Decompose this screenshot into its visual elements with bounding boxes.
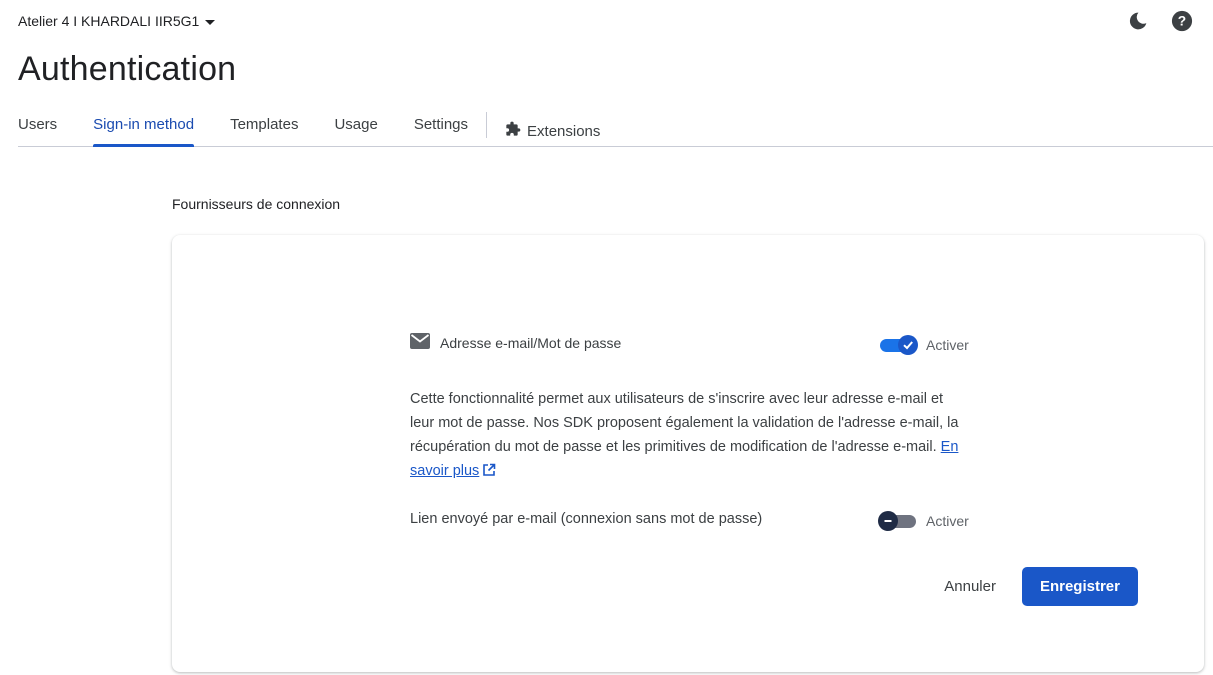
moon-icon[interactable]	[1125, 8, 1151, 34]
provider-label: Adresse e-mail/Mot de passe	[440, 334, 622, 351]
caret-down-icon	[205, 19, 216, 25]
save-button[interactable]: Enregistrer	[1021, 567, 1138, 606]
cancel-button[interactable]: Annuler	[940, 568, 1000, 605]
external-link-icon	[482, 461, 496, 485]
tab-usage[interactable]: Usage	[334, 106, 377, 146]
check-icon	[898, 335, 918, 355]
toggle-switch-on[interactable]	[878, 335, 918, 355]
provider-description: Cette fonctionnalité permet aux utilisat…	[410, 387, 970, 485]
email-link-toggle-label: Activer	[926, 513, 969, 529]
description-text: Cette fonctionnalité permet aux utilisat…	[410, 391, 959, 455]
help-icon[interactable]: ?	[1169, 8, 1195, 34]
tab-bar: Users Sign-in method Templates Usage Set…	[18, 106, 1213, 147]
provider-toggle-label: Activer	[926, 337, 969, 353]
top-icons: ?	[1125, 8, 1195, 34]
project-switcher[interactable]: Atelier 4 I KHARDALI IIR5G1	[18, 13, 216, 29]
email-link-enable-toggle[interactable]: Activer	[878, 511, 969, 531]
puzzle-icon	[505, 121, 521, 141]
provider-row: Adresse e-mail/Mot de passe	[410, 333, 621, 352]
mail-icon	[410, 333, 430, 352]
tab-sign-in-method[interactable]: Sign-in method	[93, 106, 194, 147]
email-link-label: Lien envoyé par e-mail (connexion sans m…	[410, 511, 763, 527]
minus-icon	[878, 511, 898, 531]
tab-divider	[486, 112, 488, 138]
tab-extensions[interactable]: Extensions	[505, 106, 600, 146]
toggle-switch-off[interactable]	[878, 511, 918, 531]
form-actions: Annuler Enregistrer	[940, 567, 1138, 606]
tab-extensions-label: Extensions	[527, 122, 601, 140]
provider-enable-toggle[interactable]: Activer	[878, 335, 969, 355]
provider-card: Adresse e-mail/Mot de passe Activer Cett…	[172, 235, 1204, 672]
tab-settings[interactable]: Settings	[414, 106, 468, 146]
section-title: Fournisseurs de connexion	[172, 196, 341, 212]
project-name: Atelier 4 I KHARDALI IIR5G1	[18, 13, 200, 29]
tab-templates[interactable]: Templates	[230, 106, 298, 146]
page: Atelier 4 I KHARDALI IIR5G1 ? Authentica…	[0, 0, 1213, 675]
tab-users[interactable]: Users	[18, 106, 57, 146]
page-title: Authentication	[18, 50, 237, 88]
svg-text:?: ?	[1178, 14, 1186, 29]
